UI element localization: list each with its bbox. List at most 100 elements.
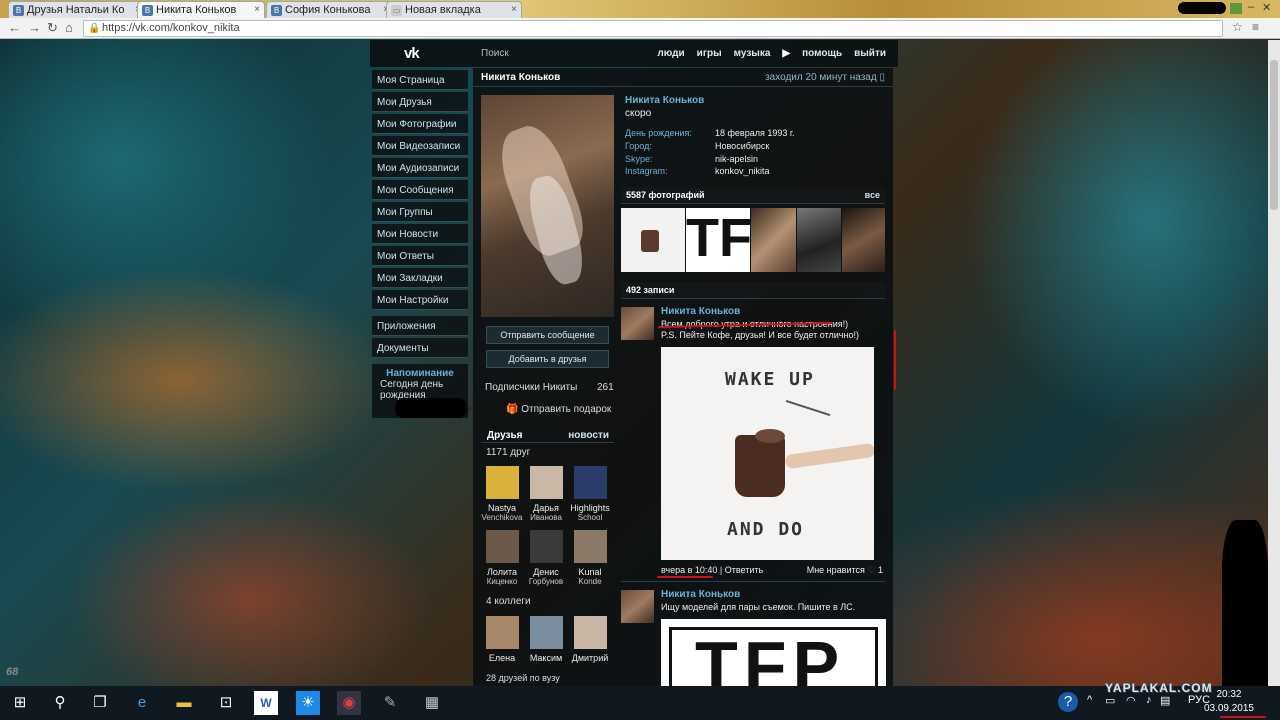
send-message-button[interactable]: Отправить сообщение <box>486 326 609 344</box>
extension-icon[interactable] <box>1230 3 1242 14</box>
sidebar-item-audio[interactable]: Мои Аудиозаписи <box>372 158 468 178</box>
post-reply[interactable]: Ответить <box>725 565 763 575</box>
photos-count[interactable]: 5587 фотографий <box>626 190 705 200</box>
friends-news-link[interactable]: новости <box>568 430 609 441</box>
minimize-icon[interactable]: – <box>1248 1 1254 13</box>
tab-nikita[interactable]: В Никита Коньков × <box>137 1 265 18</box>
bookmark-star-icon[interactable]: ☆ <box>1232 20 1243 34</box>
colleague-card[interactable]: Елена <box>480 616 524 663</box>
colleagues-count[interactable]: 4 коллеги <box>486 596 531 607</box>
edge-icon[interactable]: e <box>130 691 154 715</box>
wifi-icon[interactable]: ◠ <box>1126 694 1136 707</box>
nav-music[interactable]: музыка <box>734 48 771 59</box>
university-friends[interactable]: 28 друзей по вузу <box>486 673 560 683</box>
sidebar-item-bookmarks[interactable]: Мои Закладки <box>372 268 468 288</box>
sidebar-item-friends[interactable]: Мои Друзья <box>372 92 468 112</box>
battery-icon[interactable]: ▭ <box>1105 694 1115 707</box>
friend-card[interactable]: Лолита Киценко <box>480 530 524 587</box>
like-button[interactable]: Мне нравится ♡ 1 <box>807 565 883 576</box>
store-icon[interactable]: ⊡ <box>214 691 238 715</box>
post-image[interactable]: WAKE UP AND DO <box>661 347 874 560</box>
post-author-avatar[interactable] <box>621 307 654 340</box>
friend-card[interactable]: Highlights School <box>568 466 612 523</box>
word-icon[interactable]: W <box>254 691 278 715</box>
post-date[interactable]: вчера в 10:40 <box>661 565 717 575</box>
file-explorer-icon[interactable]: ▬ <box>172 691 196 715</box>
paint-icon[interactable]: ✎ <box>378 691 402 715</box>
sidebar-item-answers[interactable]: Мои Ответы <box>372 246 468 266</box>
posts-count[interactable]: 492 записи <box>626 285 674 295</box>
post-author-avatar[interactable] <box>621 590 654 623</box>
photo-thumb[interactable] <box>621 208 685 272</box>
scrollbar-thumb[interactable] <box>1270 60 1278 210</box>
tab-friends-natalia[interactable]: В Друзья Натальи Ко × <box>8 1 146 18</box>
back-icon[interactable]: ← <box>8 20 21 35</box>
reload-icon[interactable]: ↻ <box>47 20 58 36</box>
tray-arrow-icon[interactable]: ^ <box>1087 694 1092 706</box>
add-friend-button[interactable]: Добавить в друзья <box>486 350 609 368</box>
profile-main: Никита Коньков заходил 20 минут назад ▯ … <box>473 68 893 686</box>
send-gift-link[interactable]: 🎁 Отправить подарок <box>506 404 611 415</box>
colleague-card[interactable]: Дмитрий <box>568 616 612 663</box>
sidebar-item-news[interactable]: Мои Новости <box>372 224 468 244</box>
post-author[interactable]: Никита Коньков <box>661 306 740 317</box>
photo-thumb[interactable] <box>842 208 885 272</box>
help-icon[interactable]: ? <box>1058 692 1078 712</box>
friends-count[interactable]: 1171 друг <box>486 447 530 458</box>
post-author[interactable]: Никита Коньков <box>661 589 740 600</box>
info-city: Город: Новосибирск <box>625 141 769 151</box>
search-icon[interactable]: ⚲ <box>48 691 72 715</box>
profile-status[interactable]: скоро <box>625 108 651 119</box>
post-image[interactable]: TFP <box>661 619 886 686</box>
windows-start-icon[interactable]: ⊞ <box>8 691 32 715</box>
address-bar[interactable]: 🔒 https://vk.com/konkov_nikita <box>83 20 1223 37</box>
vk-logo[interactable]: vk <box>404 45 420 62</box>
nav-people[interactable]: люди <box>657 48 684 59</box>
info-value[interactable]: nik-apelsin <box>715 154 758 164</box>
sidebar-item-messages[interactable]: Мои Сообщения <box>372 180 468 200</box>
home-icon[interactable]: ⌂ <box>65 20 73 35</box>
subscribers-count[interactable]: 261 <box>597 382 614 393</box>
info-value[interactable]: konkov_nikita <box>715 166 770 176</box>
sidebar-item-photos[interactable]: Мои Фотографии <box>372 114 468 134</box>
photo-thumb[interactable]: TFP <box>686 208 750 272</box>
profile-avatar[interactable] <box>481 95 614 317</box>
sidebar-item-apps[interactable]: Приложения <box>372 316 468 336</box>
page-scrollbar[interactable] <box>1268 40 1280 686</box>
subscribers-label[interactable]: Подписчики Никиты <box>485 382 577 393</box>
nav-help[interactable]: помощь <box>802 48 842 59</box>
notifications-icon[interactable]: ▤ <box>1160 694 1170 707</box>
forward-icon[interactable]: → <box>28 20 41 35</box>
volume-icon[interactable]: ♪ <box>1146 694 1152 706</box>
colleague-card[interactable]: Максим <box>524 616 568 663</box>
photo-thumb[interactable] <box>751 208 796 272</box>
sidebar-item-documents[interactable]: Документы <box>372 338 468 358</box>
friend-card[interactable]: Дарья Иванова <box>524 466 568 523</box>
play-icon[interactable]: ▶ <box>782 48 790 59</box>
tab-new[interactable]: ▭ Новая вкладка × <box>386 1 522 18</box>
close-tab-icon[interactable]: × <box>511 4 517 15</box>
sidebar-item-groups[interactable]: Мои Группы <box>372 202 468 222</box>
info-value[interactable]: Новосибирск <box>715 141 769 151</box>
calculator-icon[interactable]: ▦ <box>420 691 444 715</box>
tab-sofia[interactable]: В София Конькова × <box>266 1 394 18</box>
close-tab-icon[interactable]: × <box>254 4 260 15</box>
sidebar-item-settings[interactable]: Мои Настройки <box>372 290 468 310</box>
friend-card[interactable]: Nastya Venchikova <box>480 466 524 523</box>
close-window-icon[interactable]: ✕ <box>1262 1 1271 14</box>
friend-card[interactable]: Kunal Konde <box>568 530 612 587</box>
sidebar-item-my-page[interactable]: Моя Страница <box>372 70 468 90</box>
nav-logout[interactable]: выйти <box>854 48 886 59</box>
nav-games[interactable]: игры <box>697 48 722 59</box>
weather-icon[interactable]: ☀ <box>296 691 320 715</box>
chrome-icon[interactable]: ◉ <box>337 691 361 715</box>
photo-thumb[interactable] <box>797 208 841 272</box>
menu-icon[interactable]: ≡ <box>1252 20 1259 34</box>
info-value[interactable]: 18 февраля 1993 г. <box>715 128 795 138</box>
friends-title[interactable]: Друзья <box>487 430 522 441</box>
search-link[interactable]: Поиск <box>481 48 509 59</box>
friend-card[interactable]: Денис Горбунов <box>524 530 568 587</box>
sidebar-item-videos[interactable]: Мои Видеозаписи <box>372 136 468 156</box>
photos-all-link[interactable]: все <box>865 190 880 200</box>
task-view-icon[interactable]: ❐ <box>88 691 112 715</box>
